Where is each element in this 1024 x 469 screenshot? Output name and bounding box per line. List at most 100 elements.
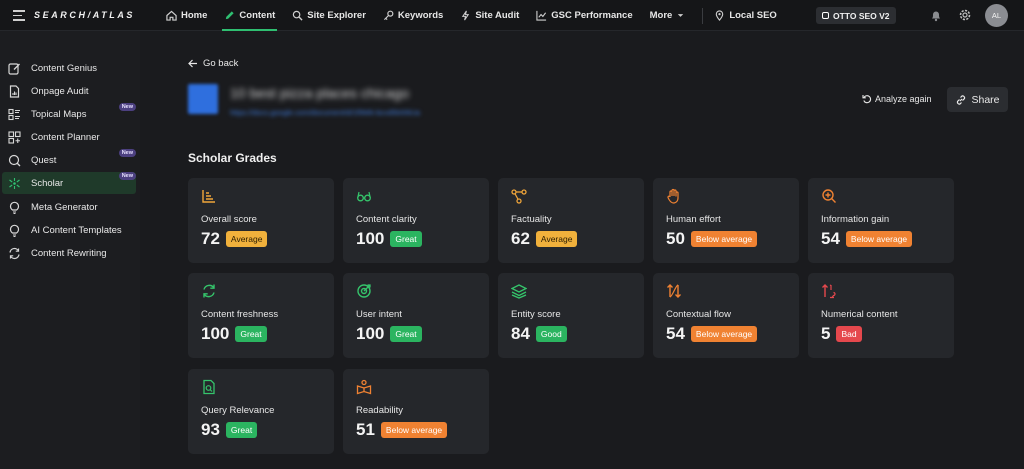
nav-site-audit[interactable]: Site Audit — [460, 0, 519, 31]
sidebar-item-quest[interactable]: Quest New — [2, 149, 136, 171]
grade-card-content-clarity[interactable]: Content clarity 100 Great — [343, 178, 489, 263]
grade-card-label: Factuality — [511, 214, 552, 225]
grade-card-numerical-content[interactable]: Numerical content 5 Bad — [808, 273, 954, 358]
nav-more[interactable]: More — [650, 0, 686, 31]
nav-keywords-label: Keywords — [397, 10, 444, 21]
go-back-label: Go back — [203, 58, 239, 69]
link-icon — [957, 94, 966, 105]
grade-card-overall-score[interactable]: Overall score 72 Average — [188, 178, 334, 263]
nav-gsc-performance[interactable]: GSC Performance — [536, 0, 633, 31]
arrows-updown-icon — [667, 284, 681, 298]
grade-card-score: 100 — [356, 229, 385, 248]
target-icon — [357, 284, 371, 298]
grade-card-factuality[interactable]: Factuality 62 Average — [498, 178, 644, 263]
grade-card-entity-score[interactable]: Entity score 84 Good — [498, 273, 644, 358]
document-url-link[interactable]: https://docs.google.com/document/d/1f9Wk… — [230, 108, 420, 117]
site-audit-icon — [462, 10, 470, 21]
layers-icon — [511, 284, 527, 299]
grade-card-label: Human effort — [666, 214, 721, 225]
sidebar-item-label: AI Content Templates — [31, 224, 122, 236]
grade-card-score: 5 — [821, 324, 831, 343]
grade-card-score: 51 — [356, 420, 375, 439]
rewrite-icon — [9, 247, 20, 259]
sidebar-item-topical-maps[interactable]: Topical Maps New — [2, 103, 136, 125]
nav-site-explorer[interactable]: Site Explorer — [292, 0, 366, 31]
lightbulb-icon — [9, 224, 20, 237]
new-badge: New — [118, 103, 136, 111]
new-badge: New — [118, 149, 136, 157]
grade-card-information-gain[interactable]: Information gain 54 Below average — [808, 178, 954, 263]
sidebar-item-content-planner[interactable]: Content Planner — [2, 126, 136, 148]
nav-home-label: Home — [181, 10, 208, 21]
sidebar-item-ai-content-templates[interactable]: AI Content Templates — [2, 219, 136, 241]
sort-numeric-icon — [822, 284, 836, 299]
grade-card-score: 62 — [511, 229, 530, 248]
nav-home[interactable]: Home — [166, 0, 207, 31]
sidebar-item-scholar[interactable]: Scholar New — [2, 172, 136, 194]
nav-local-seo[interactable]: Local SEO — [714, 0, 777, 31]
edit-icon — [8, 62, 20, 75]
lightbulb-icon — [9, 201, 20, 214]
grade-card-readability[interactable]: Readability 51 Below average — [343, 369, 489, 454]
grade-card-label: Query Relevance — [201, 405, 275, 416]
sidebar-item-label: Content Planner — [31, 131, 100, 143]
analyze-again-button[interactable]: Analyze again — [862, 94, 932, 104]
nav-content[interactable]: Content — [222, 0, 278, 31]
file-search-icon — [203, 379, 215, 395]
bar-chart-icon — [202, 190, 215, 203]
refresh-icon — [203, 284, 215, 298]
sidebar-item-label: Meta Generator — [31, 201, 98, 213]
go-back-link[interactable]: Go back — [188, 58, 238, 69]
otto-seo-button[interactable]: OTTO SEO V2 — [816, 7, 896, 24]
quest-icon — [8, 154, 21, 166]
nav-more-label: More — [649, 10, 673, 21]
analyze-again-label: Analyze again — [875, 94, 932, 104]
sidebar-item-onpage-audit[interactable]: Onpage Audit — [2, 80, 136, 102]
grade-badge: Below average — [845, 231, 913, 247]
grade-card-label: Entity score — [511, 309, 561, 320]
grade-badge: Below average — [380, 422, 448, 438]
reader-icon — [356, 379, 372, 395]
section-title: Scholar Grades — [188, 151, 277, 165]
grade-badge: Good — [535, 326, 567, 342]
grade-badge: Great — [225, 422, 258, 438]
document-chart-icon — [9, 84, 20, 98]
share-button[interactable]: Share — [947, 87, 1008, 112]
sidebar-item-label: Quest — [31, 154, 57, 166]
nav-keywords[interactable]: Keywords — [383, 0, 443, 31]
share-label: Share — [971, 93, 1000, 106]
nav-content-label: Content — [239, 10, 276, 21]
brand-logo[interactable]: SEARCH/ATLAS — [34, 10, 135, 20]
grade-badge: Great — [390, 231, 422, 247]
sidebar-item-label: Onpage Audit — [31, 85, 89, 97]
grade-badge: Great — [235, 326, 267, 342]
sidebar-item-content-rewriting[interactable]: Content Rewriting — [2, 242, 136, 264]
sidebar: Content Genius Onpage Audit Topical Maps… — [0, 31, 140, 469]
grade-card-content-freshness[interactable]: Content freshness 100 Great — [188, 273, 334, 358]
key-icon — [383, 10, 394, 21]
sidebar-item-label: Content Rewriting — [31, 247, 107, 259]
grid-list-icon — [8, 108, 20, 120]
grade-card-user-intent[interactable]: User intent 100 Great — [343, 273, 489, 358]
hand-icon — [667, 188, 679, 204]
grade-badge: Below average — [690, 231, 758, 247]
grade-card-label: Contextual flow — [666, 309, 731, 320]
chevron-down-icon — [678, 14, 684, 17]
nav-gsc-performance-label: GSC Performance — [551, 10, 633, 21]
grade-card-label: Numerical content — [821, 309, 898, 320]
bell-icon[interactable] — [930, 9, 942, 22]
sidebar-item-content-genius[interactable]: Content Genius — [2, 57, 136, 79]
sidebar-item-meta-generator[interactable]: Meta Generator — [2, 196, 136, 218]
grade-card-query-relevance[interactable]: Query Relevance 93 Great — [188, 369, 334, 454]
grade-card-contextual-flow[interactable]: Contextual flow 54 Below average — [653, 273, 799, 358]
grade-card-score: 100 — [356, 324, 385, 343]
nav-divider — [702, 7, 704, 24]
sidebar-item-label: Content Genius — [31, 62, 98, 74]
menu-icon[interactable] — [13, 10, 25, 21]
gear-icon[interactable] — [958, 8, 972, 22]
glasses-icon — [357, 191, 371, 202]
avatar[interactable]: AL — [985, 4, 1008, 27]
grade-card-human-effort[interactable]: Human effort 50 Below average — [653, 178, 799, 263]
site-explorer-icon — [293, 10, 303, 21]
google-doc-icon — [188, 84, 218, 114]
